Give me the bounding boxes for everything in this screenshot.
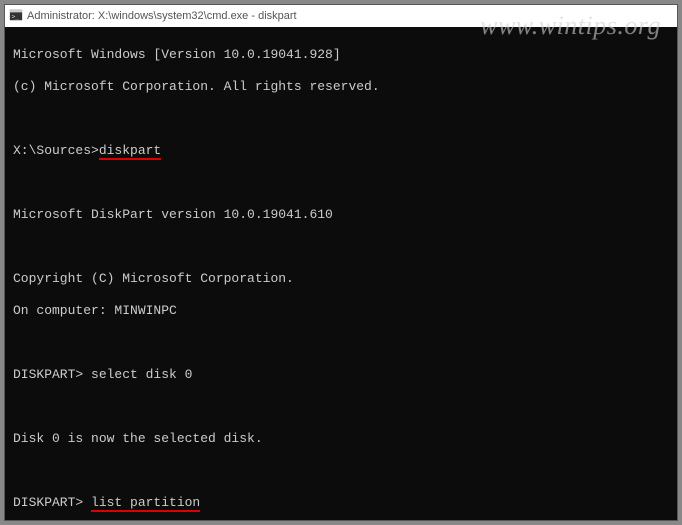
text-line: Microsoft Windows [Version 10.0.19041.92… bbox=[13, 47, 669, 63]
prompt-prefix: X:\Sources> bbox=[13, 143, 99, 158]
text-line: Copyright (C) Microsoft Corporation. bbox=[13, 271, 669, 287]
titlebar[interactable]: >_ Administrator: X:\windows\system32\cm… bbox=[5, 5, 677, 27]
svg-text:>_: >_ bbox=[12, 13, 20, 20]
diskpart-prompt: DISKPART> bbox=[13, 495, 91, 510]
cmd-icon: >_ bbox=[9, 8, 23, 25]
cmd-diskpart: diskpart bbox=[99, 143, 161, 160]
window-title: Administrator: X:\windows\system32\cmd.e… bbox=[27, 10, 297, 22]
blank-line bbox=[13, 463, 669, 479]
diskpart-prompt: DISKPART> bbox=[13, 367, 91, 382]
cmd-window: >_ Administrator: X:\windows\system32\cm… bbox=[4, 4, 678, 521]
prompt-line: DISKPART> list partition bbox=[13, 495, 669, 511]
blank-line bbox=[13, 239, 669, 255]
blank-line bbox=[13, 399, 669, 415]
prompt-line: X:\Sources>diskpart bbox=[13, 143, 669, 159]
blank-line bbox=[13, 175, 669, 191]
text-line: Microsoft DiskPart version 10.0.19041.61… bbox=[13, 207, 669, 223]
cmd-list-partition: list partition bbox=[91, 495, 200, 512]
blank-line bbox=[13, 111, 669, 127]
blank-line bbox=[13, 335, 669, 351]
text-line: On computer: MINWINPC bbox=[13, 303, 669, 319]
text-line: (c) Microsoft Corporation. All rights re… bbox=[13, 79, 669, 95]
text-line: Disk 0 is now the selected disk. bbox=[13, 431, 669, 447]
cmd-select-disk: select disk 0 bbox=[91, 367, 192, 382]
terminal-output[interactable]: Microsoft Windows [Version 10.0.19041.92… bbox=[5, 27, 677, 520]
prompt-line: DISKPART> select disk 0 bbox=[13, 367, 669, 383]
